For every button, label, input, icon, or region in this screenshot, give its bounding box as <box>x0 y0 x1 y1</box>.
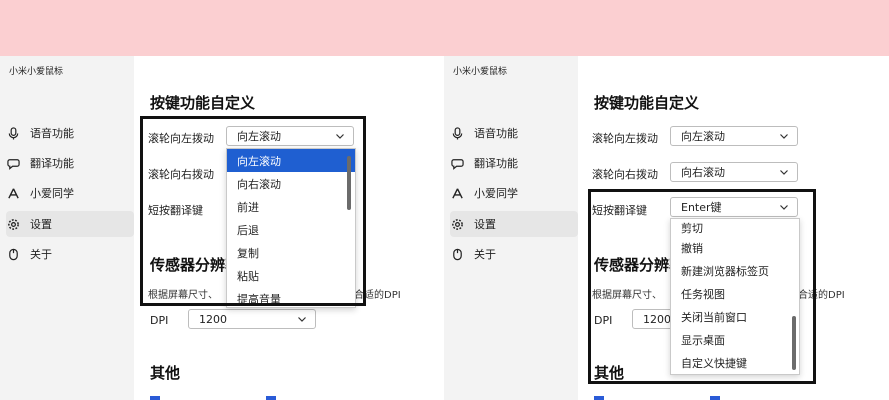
sidebar: 小米小爱鼠标 语音功能 翻译功能 小爱同学 设置 关于 <box>444 56 578 400</box>
highlight-box <box>588 189 816 384</box>
sidebar-item-label: 小爱同学 <box>30 187 74 200</box>
xiaoai-icon <box>6 186 20 200</box>
gear-icon <box>450 217 464 231</box>
sidebar-item-label: 翻译功能 <box>30 157 74 170</box>
scroll-right-select[interactable]: 向右滚动 <box>670 162 798 182</box>
sidebar-item-label: 语音功能 <box>474 127 518 140</box>
chat-bubble-icon <box>450 156 464 170</box>
mouse-icon <box>6 247 20 261</box>
gear-icon <box>6 217 20 231</box>
right-screenshot-panel: 小米小爱鼠标 语音功能 翻译功能 小爱同学 设置 关于 按键功能自定义 滚轮向左… <box>444 56 889 400</box>
row-label-scroll-right: 滚轮向右拨动 <box>592 168 658 181</box>
top-banner <box>0 0 889 56</box>
section-title: 按键功能自定义 <box>150 94 256 112</box>
sidebar-item-translate[interactable]: 翻译功能 <box>450 150 578 176</box>
sidebar-item-label: 设置 <box>474 218 496 231</box>
sidebar-item-voice[interactable]: 语音功能 <box>6 120 134 146</box>
sidebar-item-label: 设置 <box>30 218 52 231</box>
sidebar: 小米小爱鼠标 语音功能 翻译功能 小爱同学 设置 关于 <box>0 56 134 400</box>
sidebar-item-voice[interactable]: 语音功能 <box>450 120 578 146</box>
microphone-icon <box>6 126 20 140</box>
chevron-down-icon <box>780 134 788 139</box>
chat-bubble-icon <box>6 156 20 170</box>
other-title: 其他 <box>150 364 181 382</box>
settings-content: 按键功能自定义 滚轮向左拨动 向左滚动 滚轮向右拨动 向右滚动 短按翻译键 En… <box>578 56 889 400</box>
chevron-down-icon <box>780 170 788 175</box>
sidebar-item-about[interactable]: 关于 <box>6 241 134 267</box>
sidebar-item-xiaoai[interactable]: 小爱同学 <box>6 180 134 206</box>
app-title: 小米小爱鼠标 <box>9 67 64 77</box>
row-label-scroll-left: 滚轮向左拨动 <box>592 132 658 145</box>
xiaoai-icon <box>450 186 464 200</box>
app-title: 小米小爱鼠标 <box>453 67 508 77</box>
checkbox[interactable] <box>594 396 604 400</box>
highlight-box <box>140 116 366 306</box>
sidebar-item-translate[interactable]: 翻译功能 <box>6 150 134 176</box>
left-screenshot-panel: 小米小爱鼠标 语音功能 翻译功能 小爱同学 设置 关于 按键功能自定义 滚轮向左… <box>0 56 444 400</box>
select-value: 向右滚动 <box>681 166 725 179</box>
dpi-label: DPI <box>150 314 169 327</box>
microphone-icon <box>450 126 464 140</box>
select-value: 向左滚动 <box>681 130 725 143</box>
sidebar-item-settings[interactable]: 设置 <box>6 211 134 237</box>
checkbox[interactable] <box>150 396 160 400</box>
sidebar-item-about[interactable]: 关于 <box>450 241 578 267</box>
sidebar-item-label: 关于 <box>474 248 496 261</box>
sidebar-item-label: 关于 <box>30 248 52 261</box>
checkbox[interactable] <box>710 396 720 400</box>
sidebar-item-label: 小爱同学 <box>474 187 518 200</box>
mouse-icon <box>450 247 464 261</box>
section-title: 按键功能自定义 <box>594 94 700 112</box>
checkbox[interactable] <box>266 396 276 400</box>
select-value: 1200 <box>199 312 227 326</box>
settings-content: 按键功能自定义 滚轮向左拨动 向左滚动 滚轮向右拨动 短按翻译键 传感器分辨率 … <box>134 56 444 400</box>
chevron-down-icon <box>298 317 306 322</box>
sidebar-item-settings[interactable]: 设置 <box>450 211 578 237</box>
sidebar-item-label: 语音功能 <box>30 127 74 140</box>
sidebar-item-xiaoai[interactable]: 小爱同学 <box>450 180 578 206</box>
dpi-select[interactable]: 1200 <box>188 309 316 329</box>
sidebar-item-label: 翻译功能 <box>474 157 518 170</box>
scroll-left-select[interactable]: 向左滚动 <box>670 126 798 146</box>
